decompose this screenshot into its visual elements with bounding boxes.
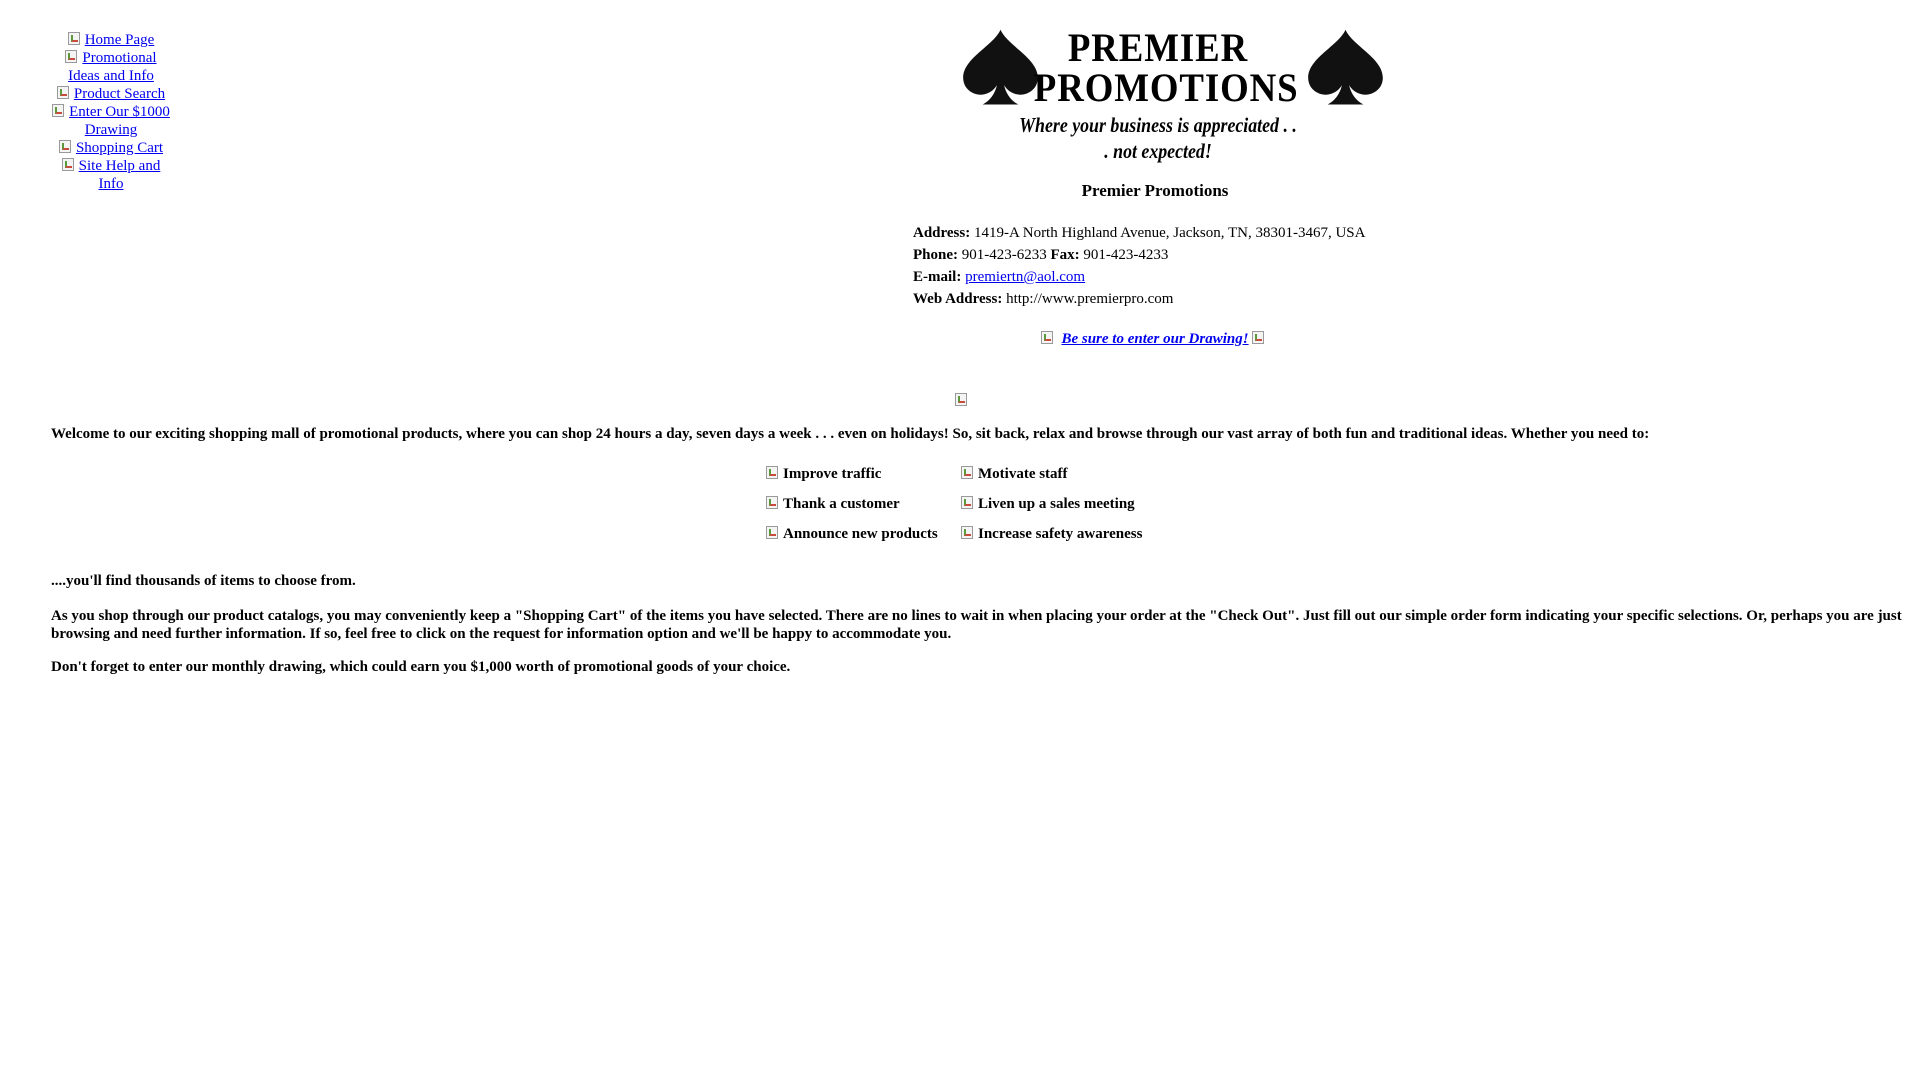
address-row: Address: 1419-A North Highland Avenue, J… xyxy=(913,222,1365,244)
nav-promotional-label: Promotional Ideas and Info xyxy=(68,50,157,84)
needs-item: Thank a customer xyxy=(766,495,961,513)
email-link[interactable]: premiertn@aol.com xyxy=(965,269,1085,285)
needs-item-label: Improve traffic xyxy=(783,466,882,482)
nav-drawing-label: Enter Our $1000 Drawing xyxy=(69,104,170,138)
fax-label: Fax: xyxy=(1050,247,1080,263)
email-label: E-mail: xyxy=(913,269,962,285)
bullet-broken-image-icon xyxy=(961,466,975,480)
nav-shopping-cart-label: Shopping Cart xyxy=(75,140,164,156)
needs-item-label: Motivate staff xyxy=(978,466,1068,482)
needs-item: Motivate staff xyxy=(961,465,1161,483)
company-name-heading: Premier Promotions xyxy=(1081,181,1229,200)
web-label: Web Address: xyxy=(913,291,1003,307)
drawing-right-broken-image-icon xyxy=(1252,331,1266,345)
bullet-broken-image-icon xyxy=(766,526,780,540)
web-row: Web Address: http://www.premierpro.com xyxy=(913,288,1365,310)
drawing-promo: Be sure to enter our Drawing! xyxy=(955,331,1355,348)
bullet-broken-image-icon xyxy=(961,496,975,510)
needs-item-label: Liven up a sales meeting xyxy=(978,496,1135,512)
logo-line-premier: PREMIER xyxy=(1067,25,1249,70)
nav-site-help-label: Site Help and Info xyxy=(78,158,161,192)
nav-drawing-link[interactable]: Enter Our $1000 Drawing xyxy=(50,103,172,139)
logo-line-promotions: PROMOTIONS xyxy=(1033,65,1299,110)
product-search-broken-image-icon xyxy=(56,86,71,100)
phone-row: Phone: 901-423-6233 Fax: 901-423-4233 xyxy=(913,244,1365,266)
drawing-reminder: Don't forget to enter our monthly drawin… xyxy=(51,659,791,675)
fax-value: 901-423-4233 xyxy=(1083,247,1169,263)
logo-tagline: Where your business is appreciated . . .… xyxy=(1019,113,1297,163)
drawing-left-broken-image-icon xyxy=(1040,331,1055,345)
left-navigation: Home Page Promotional Ideas and Info Pro… xyxy=(50,31,172,193)
needs-item-label: Thank a customer xyxy=(783,496,900,512)
nav-shopping-cart-link[interactable]: Shopping Cart xyxy=(50,139,172,157)
drawing-broken-image-icon xyxy=(52,104,66,118)
needs-list: Improve traffic Motivate staff Thank a c… xyxy=(766,465,1161,543)
premier-promotions-logo: PREMIER PROMOTIONS Where your business i… xyxy=(953,25,1383,164)
needs-item-label: Announce new products xyxy=(783,526,938,542)
promotional-broken-image-icon xyxy=(65,50,79,64)
bullet-broken-image-icon xyxy=(766,466,780,480)
address-label: Address: xyxy=(913,225,971,241)
bullet-broken-image-icon xyxy=(961,526,975,540)
enter-drawing-link[interactable]: Be sure to enter our Drawing! xyxy=(1061,331,1248,347)
phone-value: 901-423-6233 xyxy=(961,247,1047,263)
needs-item: Announce new products xyxy=(766,525,961,543)
items-line: ....you'll find thousands of items to ch… xyxy=(51,573,356,589)
nav-home-link[interactable]: Home Page xyxy=(50,31,172,49)
shopping-cart-broken-image-icon xyxy=(58,140,73,154)
contact-info: Address: 1419-A North Highland Avenue, J… xyxy=(913,222,1365,310)
center-broken-image-icon xyxy=(955,393,971,409)
email-row: E-mail: premiertn@aol.com xyxy=(913,266,1365,288)
nav-product-search-label: Product Search xyxy=(73,86,166,102)
spade-icon xyxy=(1308,29,1383,105)
home-page-broken-image-icon xyxy=(67,32,82,46)
bullet-broken-image-icon xyxy=(766,496,780,510)
web-address-value: http://www.premierpro.com xyxy=(1006,291,1174,307)
needs-item: Liven up a sales meeting xyxy=(961,495,1161,513)
welcome-paragraph: Welcome to our exciting shopping mall of… xyxy=(51,426,1650,442)
nav-site-help-link[interactable]: Site Help and Info xyxy=(50,157,172,193)
shopping-cart-paragraph: As you shop through our product catalogs… xyxy=(51,608,1902,642)
needs-item: Improve traffic xyxy=(766,465,961,483)
address-value: 1419-A North Highland Avenue, Jackson, T… xyxy=(973,225,1366,241)
needs-item-label: Increase safety awareness xyxy=(978,526,1143,542)
nav-product-search-link[interactable]: Product Search xyxy=(50,85,172,103)
phone-label: Phone: xyxy=(913,247,958,263)
nav-promotional-ideas-link[interactable]: Promotional Ideas and Info xyxy=(50,49,172,85)
nav-home-label: Home Page xyxy=(84,32,155,48)
site-help-broken-image-icon xyxy=(61,158,76,172)
needs-item: Increase safety awareness xyxy=(961,525,1161,543)
